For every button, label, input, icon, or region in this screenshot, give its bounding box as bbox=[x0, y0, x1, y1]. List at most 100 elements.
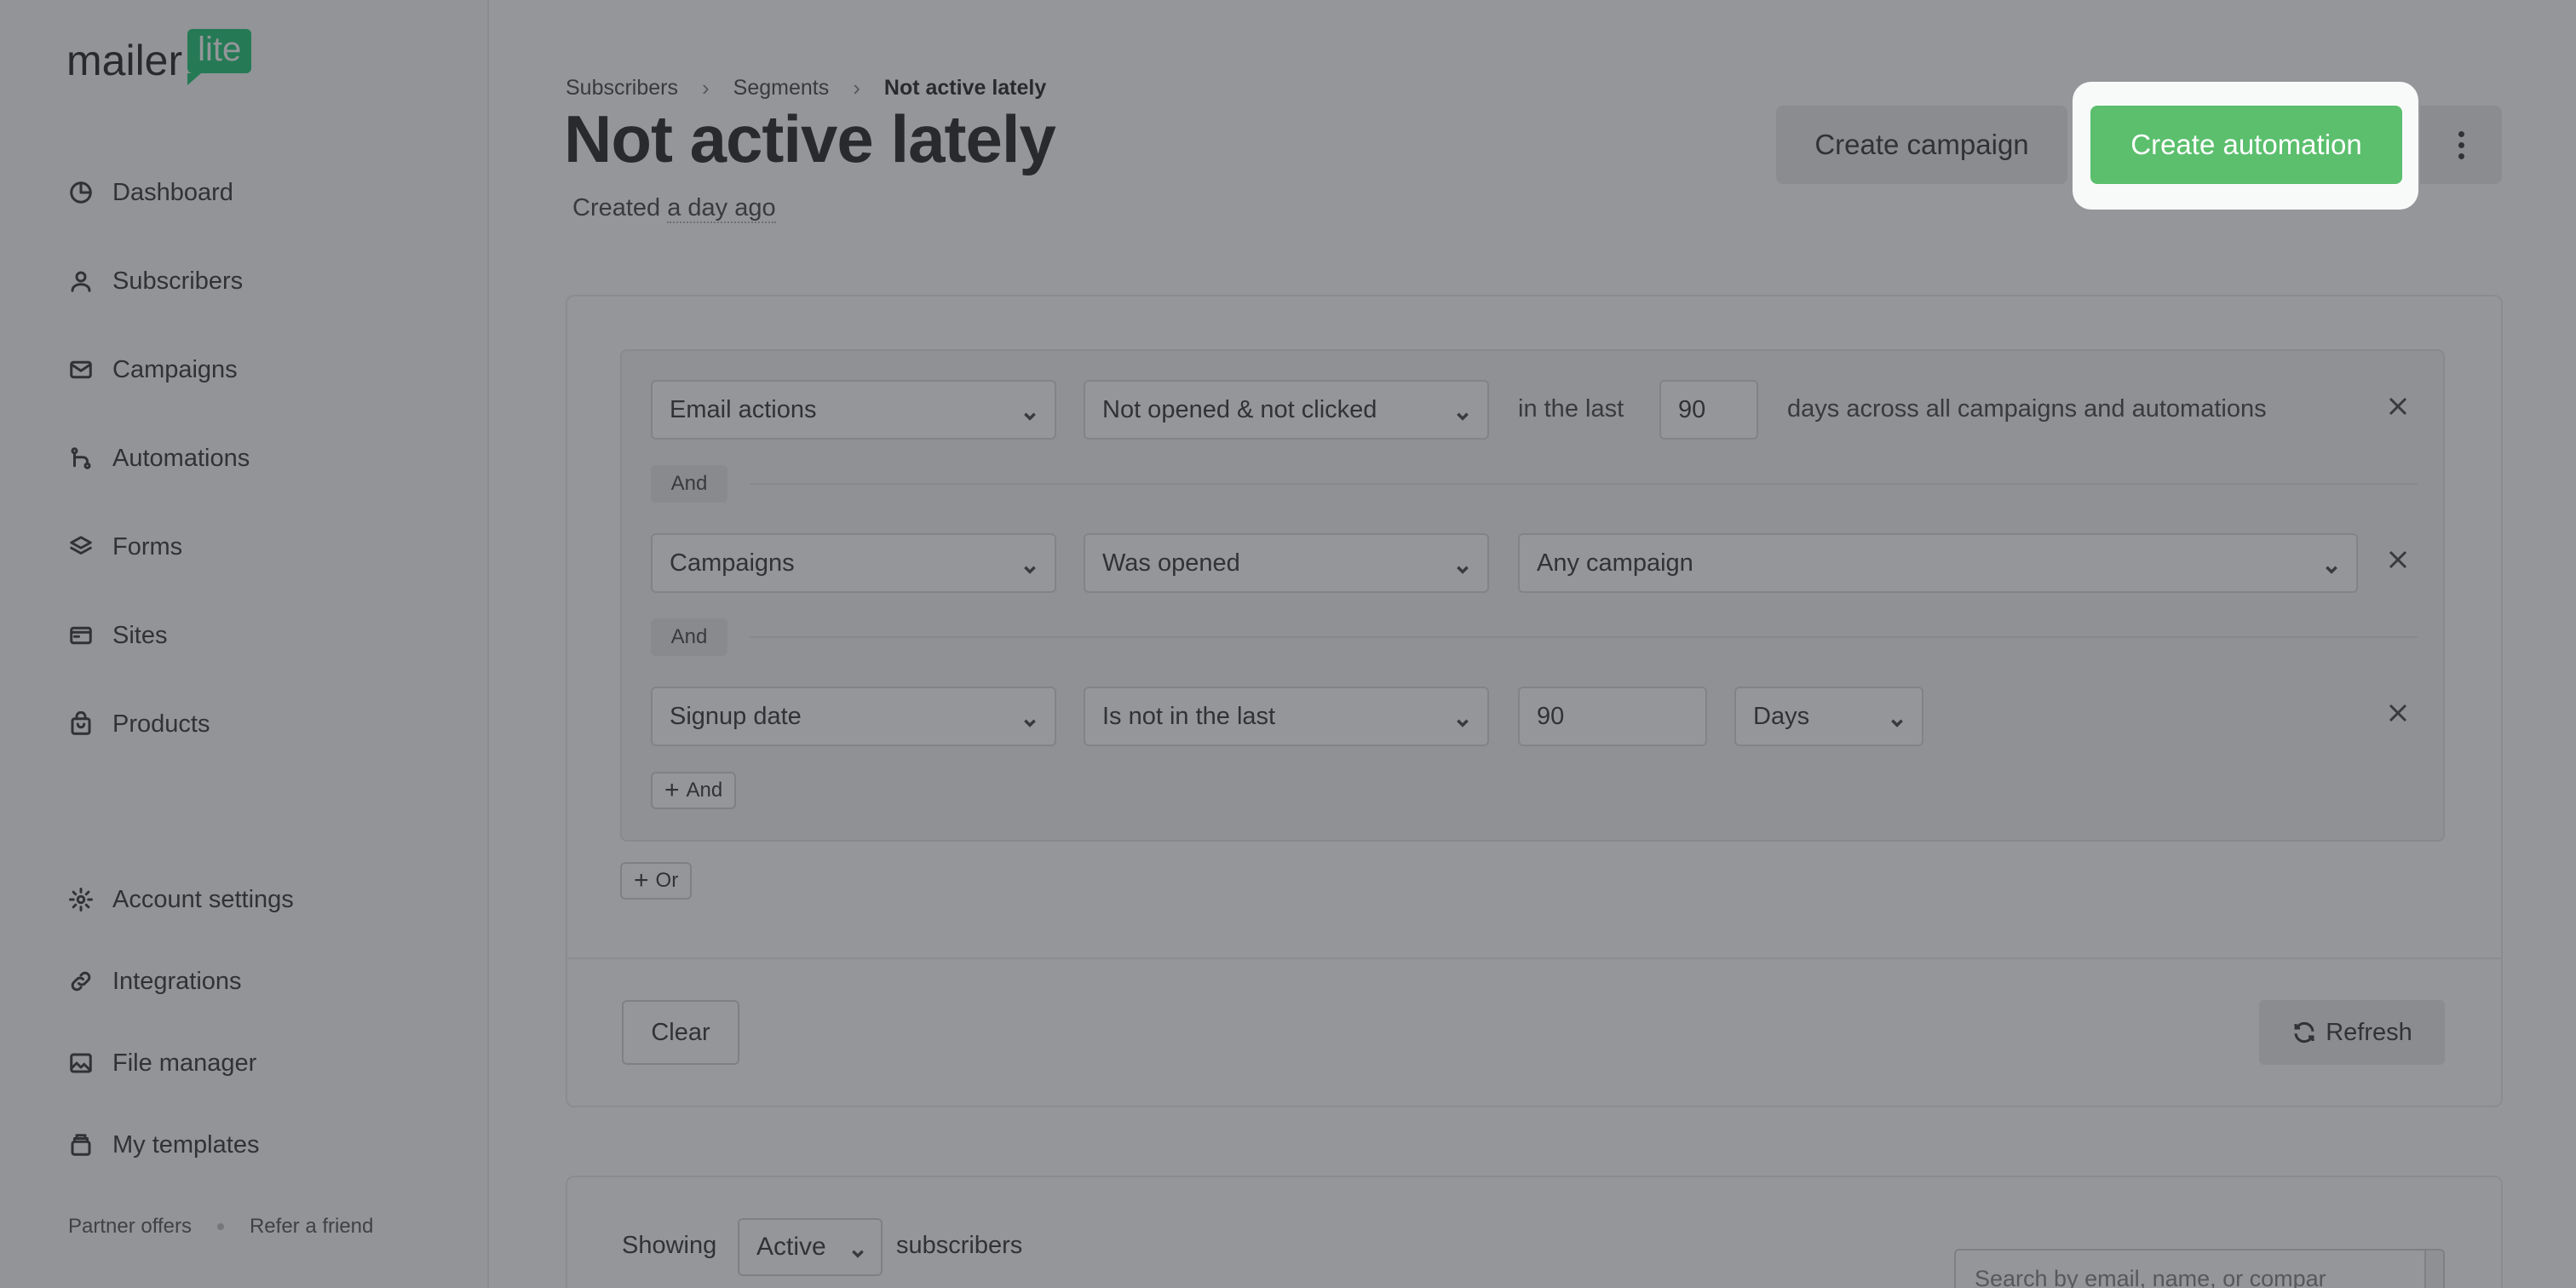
nav-item-forms[interactable]: Forms bbox=[66, 503, 250, 591]
user-icon bbox=[66, 267, 95, 296]
nav-item-my-templates[interactable]: My templates bbox=[66, 1104, 294, 1186]
template-icon bbox=[66, 1130, 95, 1159]
nav-label: Integrations bbox=[112, 967, 242, 995]
chevron-down-icon bbox=[2324, 555, 2337, 574]
nav-item-account-settings[interactable]: Account settings bbox=[66, 859, 294, 940]
dashboard-icon bbox=[66, 178, 95, 207]
nav-label: Account settings bbox=[112, 885, 294, 913]
card-divider bbox=[566, 957, 2503, 959]
settings-nav: Account settings Integrations File manag… bbox=[66, 859, 294, 1186]
nav-label: Subscribers bbox=[112, 267, 244, 295]
select-value: Signup date bbox=[670, 702, 802, 730]
chevron-down-icon bbox=[1022, 402, 1036, 421]
created-time: a day ago bbox=[667, 194, 776, 223]
automation-icon bbox=[66, 444, 95, 473]
input-value: 90 bbox=[1678, 395, 1706, 423]
select-value: Active bbox=[756, 1233, 826, 1261]
nav-label: Dashboard bbox=[112, 178, 233, 206]
chevron-down-icon bbox=[1889, 709, 1903, 727]
subscribers-label: subscribers bbox=[896, 1232, 1023, 1259]
rule3-condition-select[interactable]: Is not in the last bbox=[1084, 687, 1489, 746]
select-value: Days bbox=[1753, 702, 1810, 730]
logo-word: mailer bbox=[66, 37, 183, 84]
rule3-unit-select[interactable]: Days bbox=[1734, 687, 1923, 746]
partner-offers-link[interactable]: Partner offers bbox=[68, 1215, 192, 1239]
breadcrumb-subscribers[interactable]: Subscribers bbox=[566, 76, 678, 101]
sidebar: mailer lite Dashboard Subscribers Campai… bbox=[0, 0, 489, 1288]
bag-icon bbox=[66, 710, 95, 739]
mailerlite-logo[interactable]: mailer lite bbox=[66, 29, 252, 85]
nav-item-sites[interactable]: Sites bbox=[66, 591, 250, 680]
add-and-button[interactable]: + And bbox=[651, 772, 737, 809]
remove-rule1-icon[interactable] bbox=[2385, 394, 2411, 419]
select-value: Is not in the last bbox=[1102, 702, 1276, 730]
browser-icon bbox=[66, 621, 95, 650]
add-or-label: Or bbox=[655, 869, 679, 892]
and-divider bbox=[750, 636, 2418, 638]
nav-label: File manager bbox=[112, 1049, 257, 1077]
rule2-campaign-select[interactable]: Any campaign bbox=[1518, 533, 2358, 593]
nav-label: Products bbox=[112, 710, 210, 738]
search-button[interactable] bbox=[2424, 1249, 2445, 1288]
select-value: Campaigns bbox=[670, 549, 795, 577]
separator-dot bbox=[216, 1223, 224, 1230]
nav-item-campaigns[interactable]: Campaigns bbox=[66, 325, 250, 414]
search-input[interactable] bbox=[1954, 1249, 2426, 1288]
rule1-suffix-label: days across all campaigns and automation… bbox=[1787, 395, 2267, 423]
nav-label: My templates bbox=[112, 1130, 260, 1159]
remove-rule3-icon[interactable] bbox=[2385, 700, 2411, 726]
refer-friend-link[interactable]: Refer a friend bbox=[250, 1215, 373, 1239]
refresh-label: Refresh bbox=[2326, 1018, 2412, 1046]
layers-icon bbox=[66, 532, 95, 561]
and-divider bbox=[750, 483, 2418, 485]
clear-button[interactable]: Clear bbox=[622, 1000, 739, 1065]
chevron-down-icon bbox=[850, 1239, 865, 1268]
breadcrumb-current: Not active lately bbox=[883, 76, 1047, 100]
rule3-value-input[interactable]: 90 bbox=[1518, 687, 1707, 746]
nav-label: Campaigns bbox=[112, 355, 238, 383]
logo-badge: lite bbox=[187, 29, 252, 85]
nav-item-integrations[interactable]: Integrations bbox=[66, 940, 294, 1022]
breadcrumb-segments[interactable]: Segments bbox=[733, 76, 830, 101]
rule1-field-select[interactable]: Email actions bbox=[651, 380, 1056, 440]
status-filter-select[interactable]: Active bbox=[738, 1218, 883, 1276]
nav-item-dashboard[interactable]: Dashboard bbox=[66, 148, 250, 237]
link-icon bbox=[66, 967, 95, 996]
chevron-down-icon bbox=[1022, 709, 1036, 727]
rule1-days-input[interactable]: 90 bbox=[1659, 380, 1758, 440]
remove-rule2-icon[interactable] bbox=[2385, 547, 2411, 572]
nav-item-file-manager[interactable]: File manager bbox=[66, 1022, 294, 1104]
create-campaign-button[interactable]: Create campaign bbox=[1776, 106, 2067, 184]
more-options-button[interactable] bbox=[2420, 106, 2502, 184]
chevron-down-icon bbox=[1455, 709, 1469, 727]
gear-icon bbox=[66, 885, 95, 914]
add-and-label: And bbox=[686, 779, 723, 802]
nav-item-products[interactable]: Products bbox=[66, 680, 250, 768]
select-value: Not opened & not clicked bbox=[1102, 395, 1377, 423]
select-value: Any campaign bbox=[1537, 549, 1693, 577]
and-connector: And bbox=[651, 465, 727, 503]
chevron-right-icon: › bbox=[853, 75, 860, 101]
nav-label: Automations bbox=[112, 444, 250, 472]
refresh-button[interactable]: Refresh bbox=[2259, 1000, 2445, 1065]
add-or-button[interactable]: + Or bbox=[620, 862, 693, 900]
rule3-field-select[interactable]: Signup date bbox=[651, 687, 1056, 746]
rule2-field-select[interactable]: Campaigns bbox=[651, 533, 1056, 593]
main-nav: Dashboard Subscribers Campaigns Automati… bbox=[66, 148, 250, 768]
plus-icon: + bbox=[664, 776, 680, 804]
showing-label: Showing bbox=[622, 1232, 717, 1259]
plus-icon: + bbox=[634, 866, 649, 894]
nav-label: Sites bbox=[112, 621, 168, 649]
rule1-condition-select[interactable]: Not opened & not clicked bbox=[1084, 380, 1489, 440]
in-the-last-label: in the last bbox=[1518, 395, 1624, 423]
rule2-condition-select[interactable]: Was opened bbox=[1084, 533, 1489, 593]
image-icon bbox=[66, 1049, 95, 1078]
breadcrumb: Subscribers › Segments › Not active late… bbox=[566, 75, 1046, 101]
select-value: Email actions bbox=[670, 395, 817, 423]
nav-item-automations[interactable]: Automations bbox=[66, 414, 250, 503]
sidebar-footer: Partner offers Refer a friend bbox=[68, 1215, 373, 1239]
chevron-down-icon bbox=[1455, 555, 1469, 574]
create-automation-button[interactable]: Create automation bbox=[2090, 106, 2402, 184]
nav-item-subscribers[interactable]: Subscribers bbox=[66, 237, 250, 325]
input-value: 90 bbox=[1537, 702, 1565, 730]
